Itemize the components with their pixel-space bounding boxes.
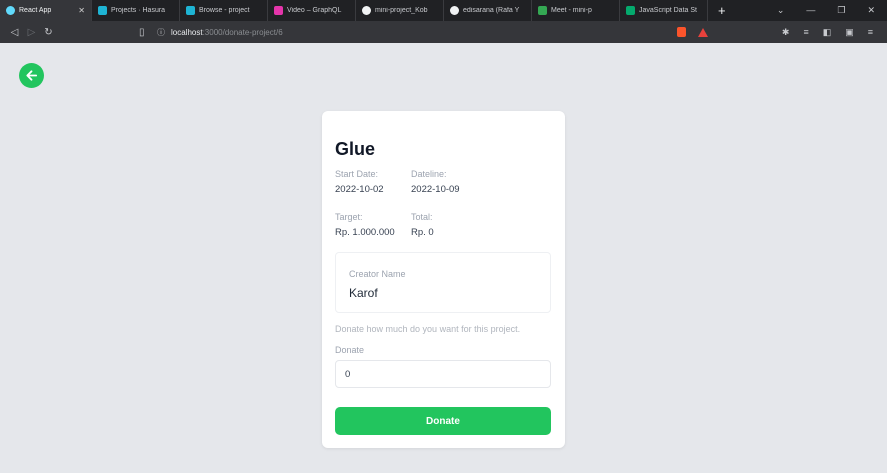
deadline-label: Dateline: [411,169,447,179]
tab-label: mini-project_Kob [375,7,428,14]
browser-tab-w3schools[interactable]: JavaScript Data St [620,0,708,21]
browser-toolbar: ◁ ▷ ↻ ▯ ⓘ localhost:3000/donate-project/… [0,21,887,43]
deadline-value: 2022-10-09 [411,184,460,195]
browser-tab-meet[interactable]: Meet - mini-p [532,0,620,21]
start-date-value: 2022-10-02 [335,184,384,195]
restore-icon[interactable]: ❐ [837,5,845,16]
total-label: Total: [411,212,433,222]
tab-label: JavaScript Data St [639,7,697,14]
tab-search-icon[interactable]: ⌄ [777,5,785,16]
browser-tab-react-app[interactable]: React App ✕ [0,0,92,21]
donate-amount-input[interactable] [335,360,551,388]
playlist-icon[interactable]: ≡ [803,27,808,38]
browser-tab-strip: React App ✕ Projects · Hasura Browse - p… [0,0,887,21]
target-value: Rp. 1.000.000 [335,227,395,238]
start-date-label: Start Date: [335,169,379,179]
creator-name-value: Karof [349,286,378,300]
github-icon [450,6,459,15]
browser-right-tools: ✱ ≡ ◧ ▣ ≡ [782,27,881,38]
w3schools-icon [626,6,635,15]
total-value: Rp. 0 [411,227,434,238]
close-window-icon[interactable]: ✕ [867,5,875,16]
url-path: :3000/donate-project/6 [202,27,283,37]
browser-tab-hasura-projects[interactable]: Projects · Hasura [92,0,180,21]
back-button[interactable] [19,63,44,88]
tab-label: Video – GraphQL [287,7,342,14]
tab-label: Meet - mini-p [551,7,592,14]
donate-hint: Donate how much do you want for this pro… [335,324,521,334]
url-host: localhost [171,27,203,37]
extensions-icon[interactable]: ✱ [782,27,790,38]
browser-tab-graphql-video[interactable]: Video – GraphQL [268,0,356,21]
menu-icon[interactable]: ≡ [868,27,873,38]
bookmark-icon[interactable]: ▯ [139,27,153,38]
site-info-icon[interactable]: ⓘ [157,27,165,38]
tab-label: Browse - project [199,7,250,14]
back-icon[interactable]: ◁ [6,27,23,38]
hasura-icon [98,6,107,15]
new-tab-button[interactable]: + [718,3,732,18]
hasura-icon [186,6,195,15]
tab-close-icon[interactable]: ✕ [78,6,85,15]
donate-card: Glue Start Date: 2022-10-02 Dateline: 20… [322,111,565,448]
tab-label: React App [19,7,52,14]
browser-tab-hasura-browse[interactable]: Browse - project [180,0,268,21]
brave-shield-icon[interactable] [677,27,686,37]
brave-rewards-icon[interactable] [698,27,708,37]
browser-tab-github-profile[interactable]: edisarana (Rafa Y [444,0,532,21]
extension-area [677,27,708,37]
arrow-left-icon [26,70,38,81]
sidebar-icon[interactable]: ◧ [823,27,832,38]
target-label: Target: [335,212,363,222]
tab-label: Projects · Hasura [111,7,166,14]
donate-amount-label: Donate [335,345,365,355]
donate-button[interactable]: Donate [335,407,551,435]
address-bar[interactable]: ⓘ localhost:3000/donate-project/6 [157,27,677,38]
meet-icon [538,6,547,15]
creator-box: Creator Name Karof [335,252,551,313]
forward-icon[interactable]: ▷ [23,27,40,38]
tab-label: edisarana (Rafa Y [463,7,520,14]
video-icon [274,6,283,15]
project-title: Glue [335,139,376,159]
browser-tab-github-mini-project[interactable]: mini-project_Kob [356,0,444,21]
creator-name-label: Creator Name [349,269,406,279]
wallet-icon[interactable]: ▣ [845,27,854,38]
minimize-icon[interactable]: — [806,5,815,16]
reload-icon[interactable]: ↻ [40,27,57,38]
window-controls: ⌄ — ❐ ✕ [777,5,887,16]
github-icon [362,6,371,15]
react-icon [6,6,15,15]
